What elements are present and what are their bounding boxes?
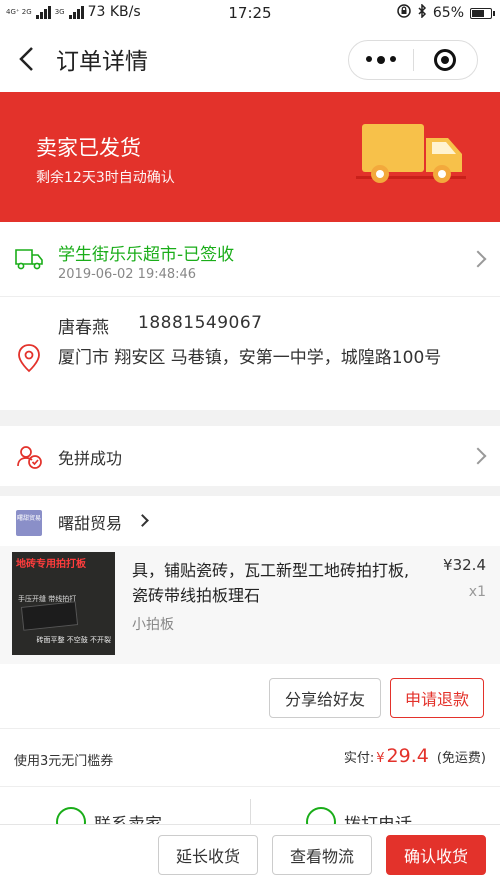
chevron-right-icon: [136, 514, 149, 527]
address-line: 厦门市 翔安区 马巷镇，安第一中学，城隍路100号: [58, 348, 442, 368]
chevron-left-icon: [19, 47, 33, 71]
product-spec: 小拍板: [132, 617, 174, 633]
product-image-caption: 地砖专用拍打板: [16, 559, 86, 570]
truck-outline-icon: [14, 246, 44, 276]
order-status-banner: 卖家已发货 剩余12天3时自动确认: [0, 92, 500, 222]
logistics-status: 学生街乐乐超市-已签收: [58, 245, 235, 265]
product-item[interactable]: 地砖专用拍打板 手压开缝 带线拍打 砖面平整 不空鼓 不开裂 具，铺贴瓷砖，瓦工…: [0, 546, 500, 664]
confirm-receipt-button[interactable]: 确认收货: [386, 835, 486, 875]
contact-divider: [250, 799, 251, 826]
group-users-icon: [16, 444, 44, 474]
battery-percent: 65%: [432, 5, 464, 21]
payment-summary: 使用3元无门槛券 实付: ¥ 29.4 (免运费): [0, 728, 500, 786]
delivery-truck-icon: [352, 120, 472, 194]
target-icon: [434, 49, 457, 71]
logistics-row[interactable]: 学生街乐乐超市-已签收 2019-06-02 19:48:46: [0, 222, 500, 296]
status-right: 65%: [397, 3, 495, 22]
location-pin-icon: [16, 343, 42, 377]
page-title: 订单详情: [56, 49, 148, 75]
more-button[interactable]: [349, 56, 413, 64]
battery-icon: [470, 7, 495, 19]
recipient-name: 唐春燕: [58, 318, 109, 338]
shipping-address: 唐春燕 18881549067 厦门市 翔安区 马巷镇，安第一中学，城隍路100…: [0, 296, 500, 410]
tile-tapping-board: [20, 601, 79, 631]
shop-logo: 曙甜贸易: [16, 510, 42, 536]
contact-row: 联系卖家 拨打电话: [0, 786, 500, 826]
bottom-action-bar: 延长收货 查看物流 确认收货: [0, 824, 500, 888]
shipping-note: (免运费): [436, 751, 486, 766]
chevron-right-icon: [469, 250, 487, 268]
status-bar: 4G⁺ 2G 3G 73 KB/s 17:25 65%: [0, 0, 500, 26]
paid-label: 实付:: [343, 751, 375, 766]
mini-program-capsule: [348, 40, 478, 80]
amount-paid: 实付: ¥ 29.4 (免运费): [344, 745, 486, 767]
product-price: ¥32.4: [443, 556, 486, 574]
group-buy-row[interactable]: 免拼成功: [0, 426, 500, 486]
product-image: 地砖专用拍打板 手压开缝 带线拍打 砖面平整 不空鼓 不开裂: [12, 552, 115, 655]
nav-bar: 订单详情: [0, 26, 500, 92]
bluetooth-icon: [417, 3, 427, 22]
coupon-used: 使用3元无门槛券: [14, 754, 114, 769]
lock-rotation-icon: [397, 4, 411, 22]
auto-confirm-countdown: 剩余12天3时自动确认: [36, 170, 175, 186]
product-title: 具，铺贴瓷砖，瓦工新型工地砖拍打板,瓷砖带线拍板理石: [132, 561, 410, 605]
logistics-time: 2019-06-02 19:48:46: [58, 267, 197, 282]
view-logistics-button[interactable]: 查看物流: [272, 835, 372, 875]
recipient-phone: 18881549067: [138, 313, 263, 333]
extend-receipt-button[interactable]: 延长收货: [158, 835, 258, 875]
paid-amount: 29.4: [386, 745, 429, 767]
chevron-right-icon: [469, 447, 487, 465]
product-image-caption-3: 砖面平整 不空鼓 不开裂: [36, 636, 111, 644]
share-button[interactable]: 分享给好友: [269, 678, 381, 718]
order-status-title: 卖家已发货: [36, 136, 141, 160]
back-button[interactable]: [14, 42, 42, 76]
group-buy-status: 免拼成功: [58, 449, 123, 468]
refund-button[interactable]: 申请退款: [390, 678, 484, 718]
close-mini-program-button[interactable]: [414, 49, 478, 71]
shop-name[interactable]: 曙甜贸易: [58, 510, 122, 534]
shop-section: 曙甜贸易 曙甜贸易 地砖专用拍打板 手压开缝 带线拍打 砖面平整 不空鼓 不开裂…: [0, 496, 500, 728]
currency-symbol: ¥: [376, 751, 385, 766]
product-quantity: x1: [468, 584, 486, 600]
